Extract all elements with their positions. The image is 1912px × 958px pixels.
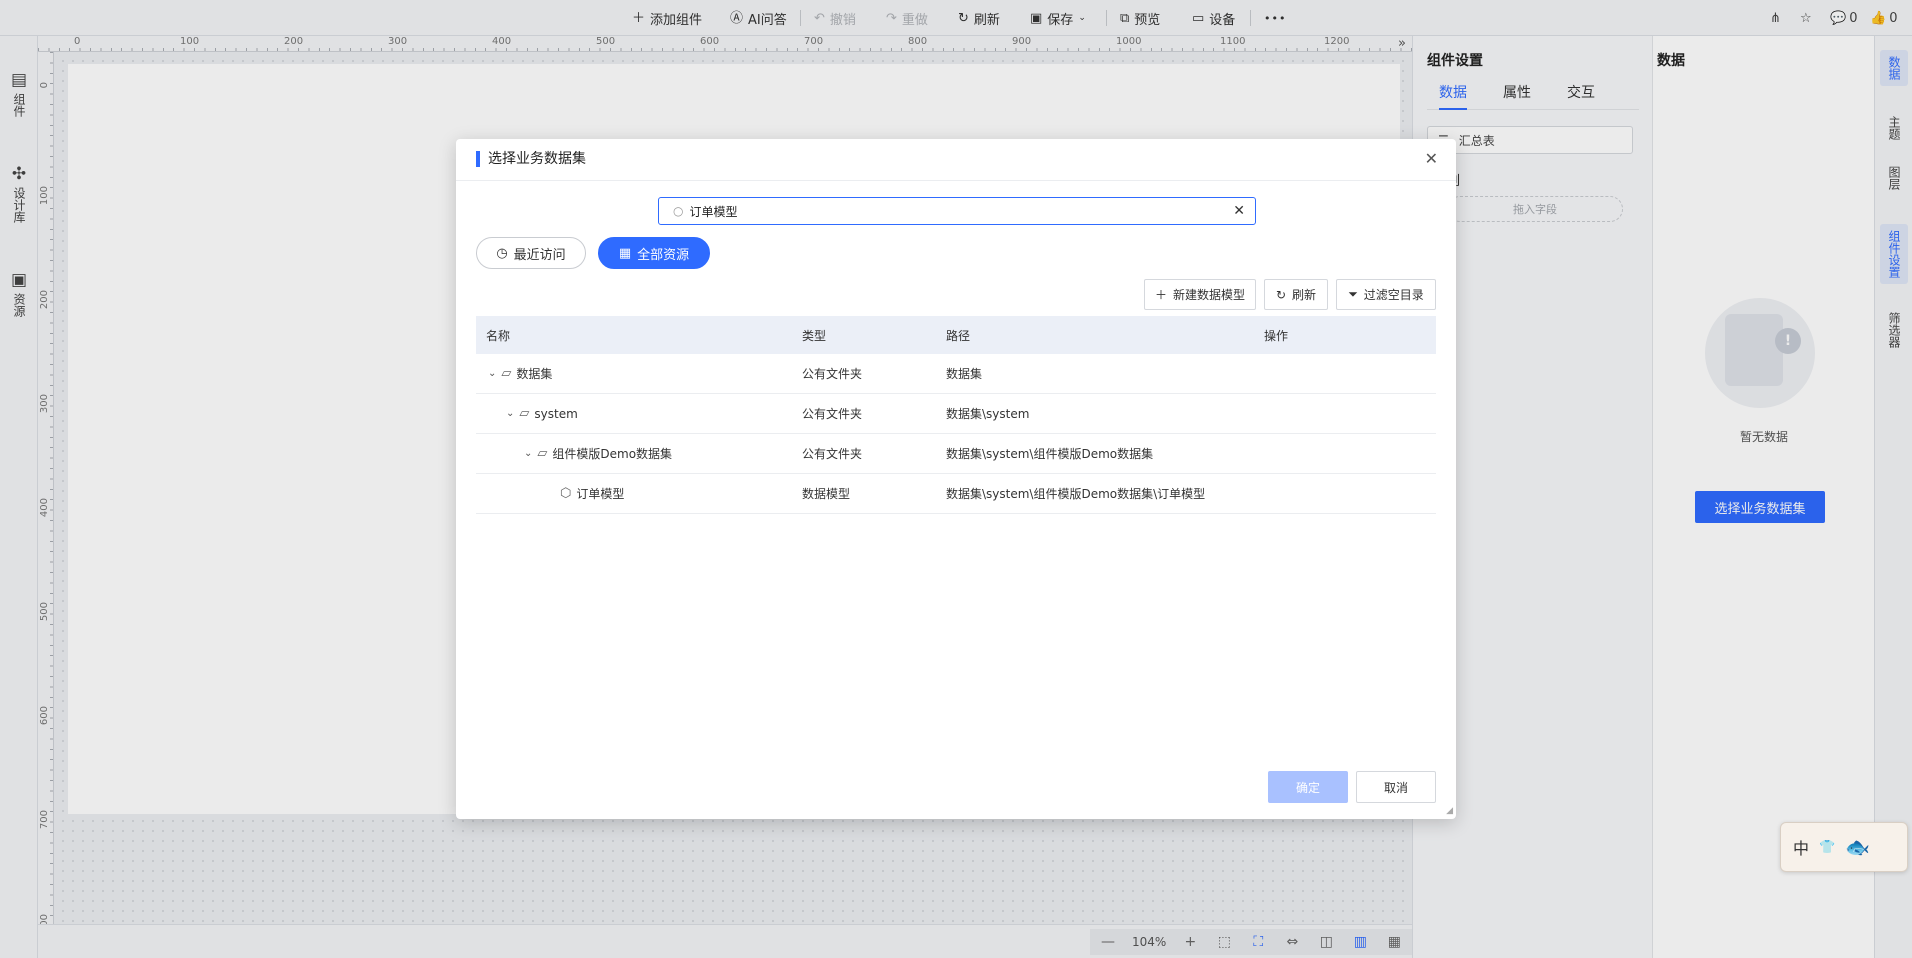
table-row[interactable]: ⌄ ▱ 数据集 公有文件夹 数据集 (476, 354, 1436, 394)
search-icon: ○ (673, 204, 684, 218)
column-header-actions: 操作 (1264, 328, 1289, 343)
folder-icon: ▱ (537, 446, 548, 461)
grid-icon: ▦ (618, 245, 632, 261)
chevron-down-icon[interactable]: ⌄ (524, 448, 532, 459)
dataset-search-input[interactable]: ○ 订单模型 ✕ (658, 197, 1256, 225)
table-row[interactable]: ⌄ ▱ system 公有文件夹 数据集\system (476, 394, 1436, 434)
dialog-refresh-button[interactable]: ↻ 刷新 (1264, 279, 1328, 310)
clear-search-icon[interactable]: ✕ (1233, 203, 1245, 219)
new-data-model-button[interactable]: ＋ 新建数据模型 (1144, 279, 1256, 310)
cube-icon: ⬡ (560, 486, 572, 501)
confirm-button[interactable]: 确定 (1268, 771, 1348, 803)
ime-toolbar[interactable]: 中 👕 🐟 (1780, 822, 1908, 872)
all-resources-tab[interactable]: ▦ 全部资源 (598, 237, 710, 269)
shirt-icon[interactable]: 👕 (1819, 840, 1835, 855)
select-dataset-dialog: 选择业务数据集 ✕ ○ 订单模型 ✕ ◷ 最近访问 ▦ 全部资源 ＋ 新建数据模… (456, 139, 1456, 819)
filter-icon: ⏷ (1348, 287, 1358, 301)
column-header-name: 名称 (486, 328, 511, 343)
koi-fish-icon: 🐟 (1845, 835, 1871, 859)
column-header-path: 路径 (946, 328, 971, 343)
plus-icon: ＋ (1154, 288, 1167, 302)
resize-handle-icon[interactable]: ◢ (1446, 806, 1453, 816)
filter-empty-dirs-button[interactable]: ⏷ 过滤空目录 (1336, 279, 1436, 310)
table-header: 名称 类型 路径 操作 (476, 316, 1436, 354)
chevron-down-icon[interactable]: ⌄ (506, 408, 514, 419)
recent-access-tab[interactable]: ◷ 最近访问 (476, 237, 586, 269)
folder-icon: ▱ (519, 406, 530, 421)
chevron-down-icon[interactable]: ⌄ (488, 368, 496, 379)
refresh-icon: ↻ (1275, 287, 1287, 302)
close-icon[interactable]: ✕ (1425, 149, 1438, 168)
cancel-button[interactable]: 取消 (1356, 771, 1436, 803)
dialog-title: 选择业务数据集 (476, 151, 586, 167)
column-header-type: 类型 (802, 328, 827, 343)
table-row[interactable]: ⬡ 订单模型 数据模型 数据集\system\组件模版Demo数据集\订单模型 (476, 474, 1436, 514)
folder-icon: ▱ (501, 366, 512, 381)
dataset-table: 名称 类型 路径 操作 ⌄ ▱ 数据集 公有文件夹 数据集 ⌄ ▱ system… (476, 316, 1436, 514)
ime-mode[interactable]: 中 (1793, 835, 1809, 859)
table-row[interactable]: ⌄ ▱ 组件模版Demo数据集 公有文件夹 数据集\system\组件模版Dem… (476, 434, 1436, 474)
dialog-header: 选择业务数据集 ✕ (456, 139, 1456, 181)
clock-icon: ◷ (496, 245, 508, 261)
